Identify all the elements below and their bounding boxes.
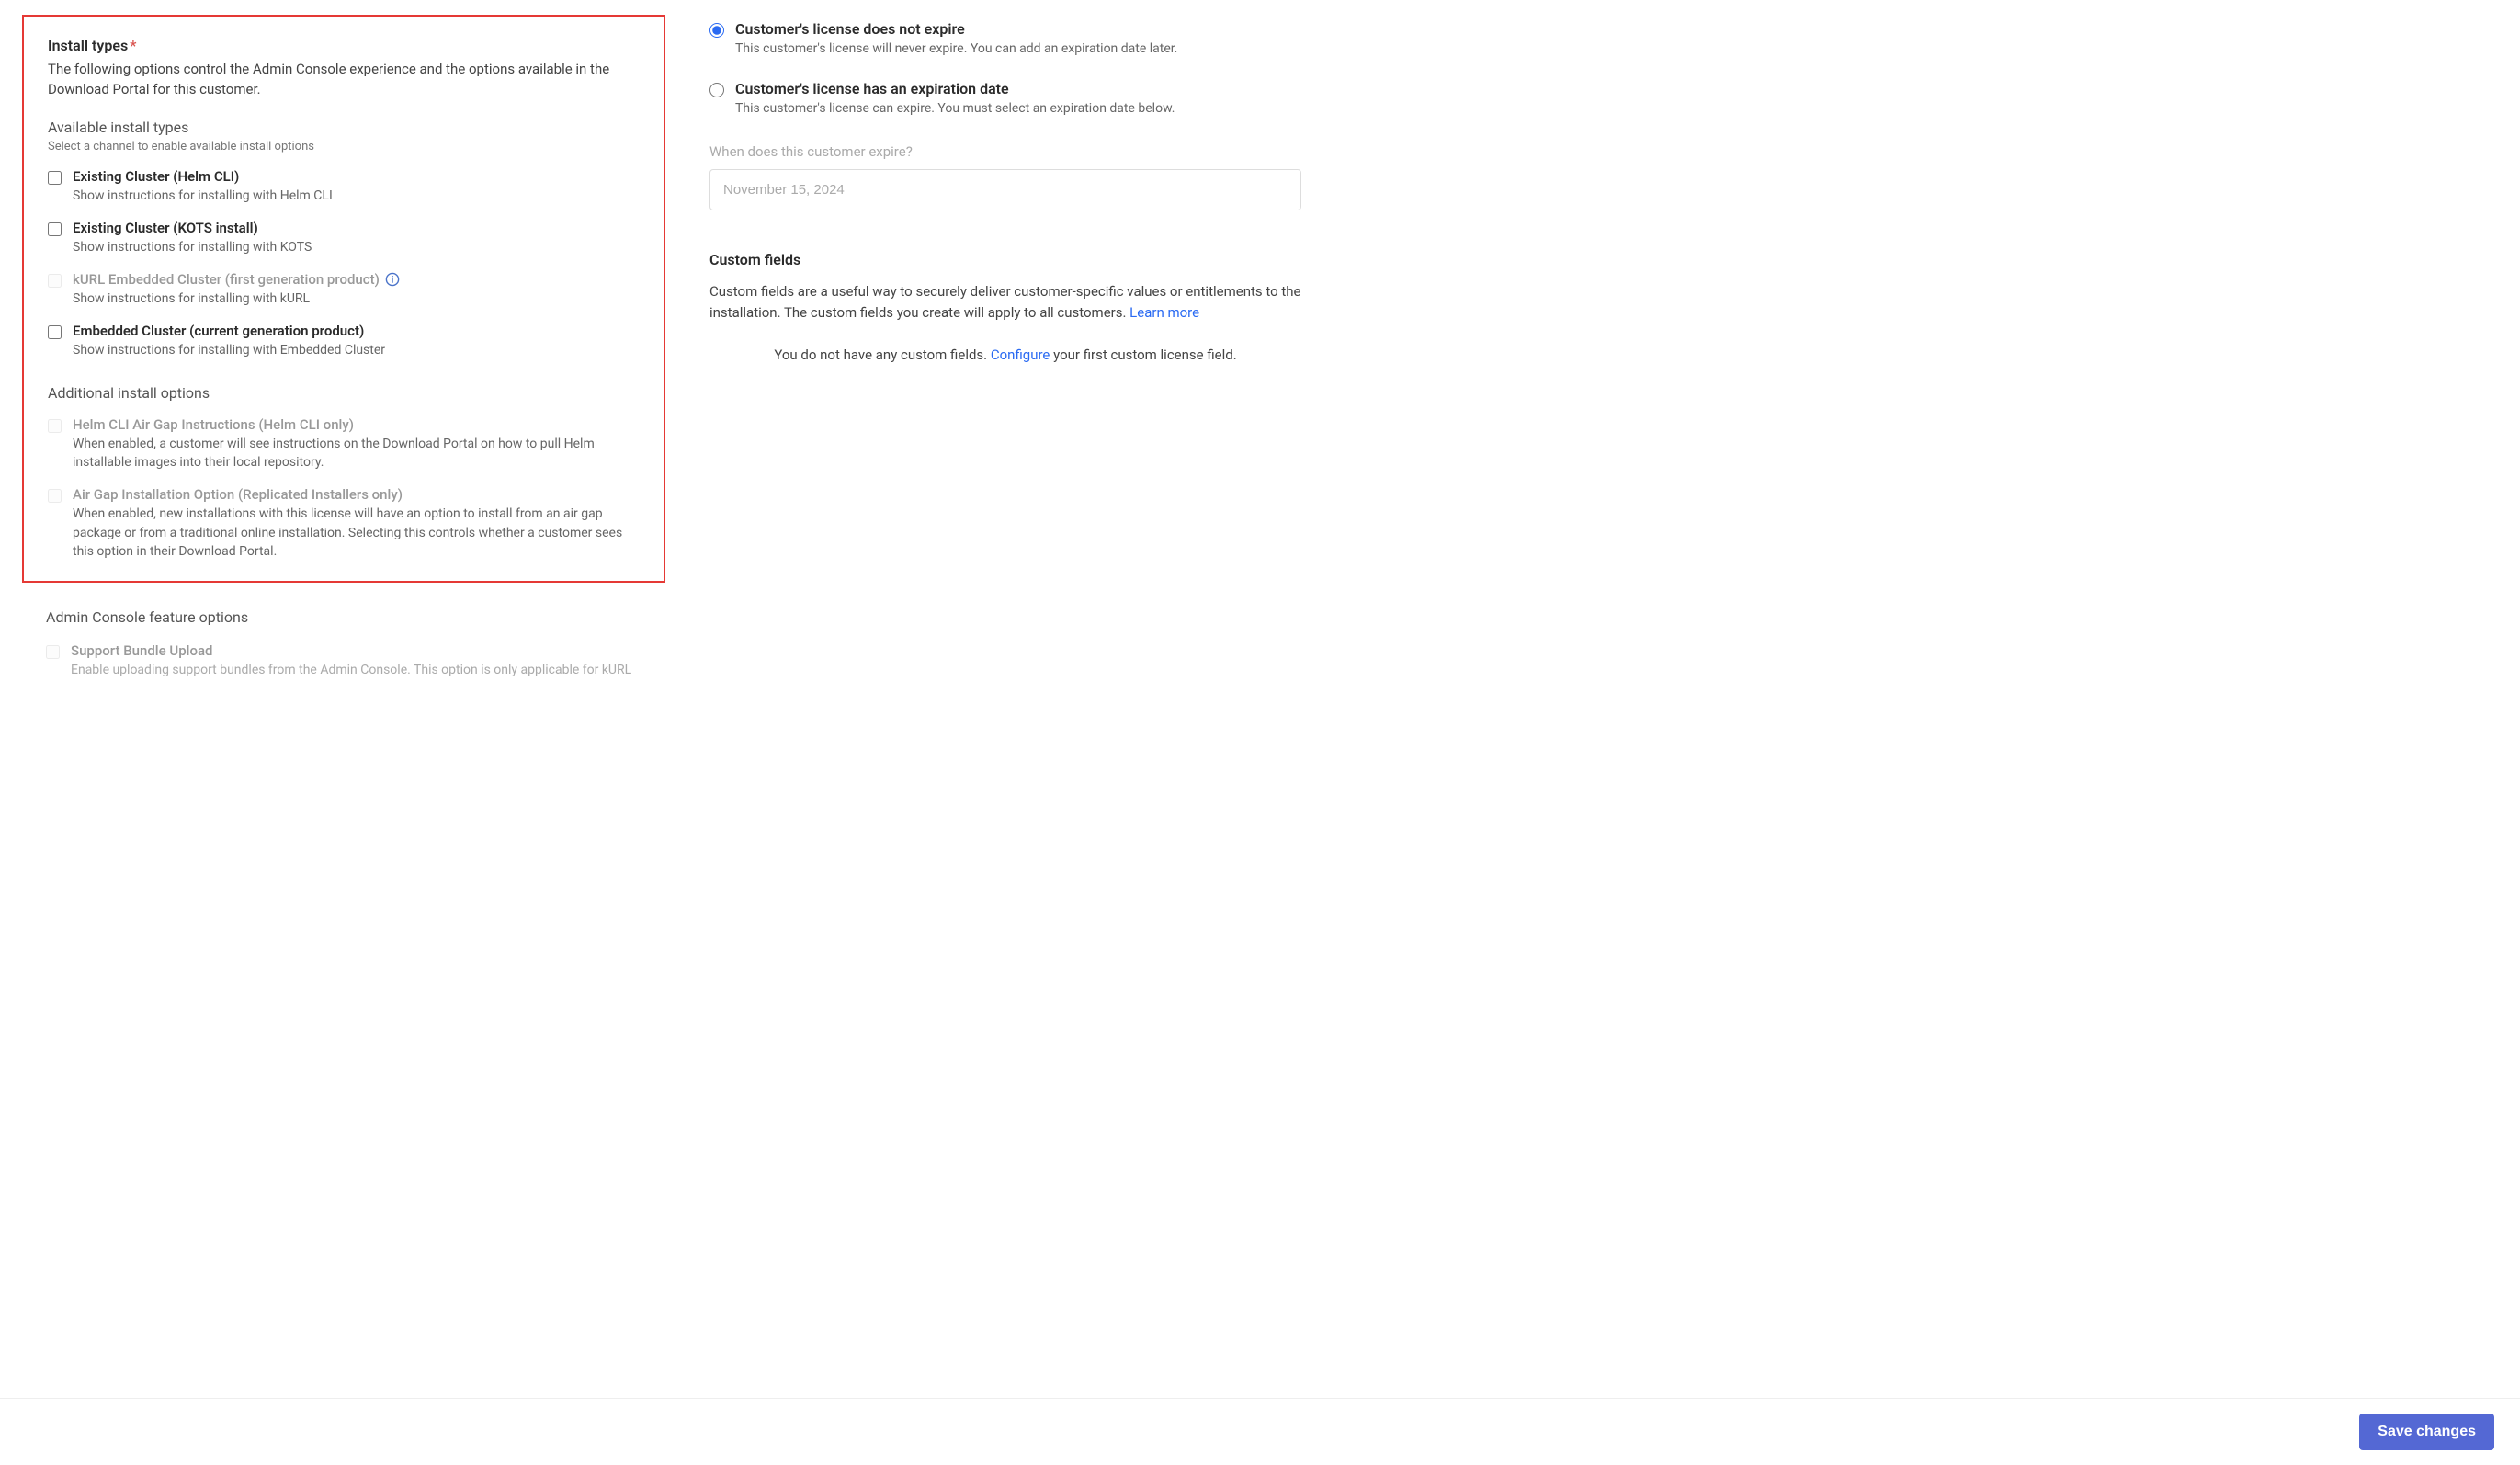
admin-console-section: Admin Console feature options Support Bu… <box>22 597 665 679</box>
install-label-embedded: Embedded Cluster (current generation pro… <box>73 323 640 339</box>
available-install-types-title: Available install types <box>48 119 640 136</box>
install-label-kots: Existing Cluster (KOTS install) <box>73 220 640 236</box>
save-changes-button[interactable]: Save changes <box>2359 1414 2494 1450</box>
expiration-option-date: Customer's license has an expiration dat… <box>709 80 1301 116</box>
install-sub-kurl: Show instructions for installing with kU… <box>73 290 640 308</box>
install-option-embedded: Embedded Cluster (current generation pro… <box>48 323 640 359</box>
available-install-types-hint: Select a channel to enable available ins… <box>48 140 640 153</box>
admin-label-support-bundle: Support Bundle Upload <box>71 642 641 659</box>
expiration-radio-date[interactable] <box>709 83 724 97</box>
admin-checkbox-support-bundle <box>46 645 60 659</box>
expiration-option-never: Customer's license does not expire This … <box>709 20 1301 56</box>
expiration-sub-date: This customer's license can expire. You … <box>735 101 1175 116</box>
admin-sub-support-bundle: Enable uploading support bundles from th… <box>71 661 641 679</box>
expiration-label-never: Customer's license does not expire <box>735 20 1177 38</box>
install-types-title: Install types* <box>48 37 640 54</box>
admin-console-title: Admin Console feature options <box>46 608 641 626</box>
additional-sub-airgap: When enabled, new installations with thi… <box>73 505 640 561</box>
install-sub-embedded: Show instructions for installing with Em… <box>73 341 640 359</box>
additional-option-airgap: Air Gap Installation Option (Replicated … <box>48 486 640 561</box>
install-sub-helm-cli: Show instructions for installing with He… <box>73 187 640 205</box>
install-checkbox-kurl <box>48 274 62 288</box>
additional-sub-helm-airgap: When enabled, a customer will see instru… <box>73 435 640 472</box>
custom-fields-empty: You do not have any custom fields. Confi… <box>709 346 1301 363</box>
configure-link[interactable]: Configure <box>991 346 1050 363</box>
expiration-radio-never[interactable] <box>709 23 724 38</box>
expiration-date-input <box>709 169 1301 210</box>
expiration-sub-never: This customer's license will never expir… <box>735 41 1177 56</box>
additional-install-title: Additional install options <box>48 384 640 402</box>
install-option-kurl: kURL Embedded Cluster (first generation … <box>48 271 640 308</box>
additional-label-helm-airgap: Helm CLI Air Gap Instructions (Helm CLI … <box>73 416 640 433</box>
additional-checkbox-helm-airgap <box>48 419 62 433</box>
info-icon[interactable] <box>385 272 400 287</box>
install-checkbox-embedded[interactable] <box>48 325 62 339</box>
expiration-label-date: Customer's license has an expiration dat… <box>735 80 1175 97</box>
custom-fields-desc: Custom fields are a useful way to secure… <box>709 281 1301 323</box>
expiration-date-label: When does this customer expire? <box>709 143 1301 160</box>
expiration-radio-group: Customer's license does not expire This … <box>709 20 1301 116</box>
install-label-helm-cli: Existing Cluster (Helm CLI) <box>73 168 640 185</box>
install-sub-kots: Show instructions for installing with KO… <box>73 238 640 256</box>
required-star: * <box>130 37 136 54</box>
learn-more-link[interactable]: Learn more <box>1129 304 1199 321</box>
install-option-kots: Existing Cluster (KOTS install) Show ins… <box>48 220 640 256</box>
install-checkbox-helm-cli[interactable] <box>48 171 62 185</box>
install-checkbox-kots[interactable] <box>48 222 62 236</box>
install-types-description: The following options control the Admin … <box>48 60 640 100</box>
additional-option-helm-airgap: Helm CLI Air Gap Instructions (Helm CLI … <box>48 416 640 472</box>
custom-fields-section: Custom fields Custom fields are a useful… <box>709 251 1301 363</box>
install-option-helm-cli: Existing Cluster (Helm CLI) Show instruc… <box>48 168 640 205</box>
footer-bar: Save changes <box>0 1398 2520 1465</box>
additional-label-airgap: Air Gap Installation Option (Replicated … <box>73 486 640 503</box>
install-types-section: Install types* The following options con… <box>22 15 665 583</box>
install-label-kurl: kURL Embedded Cluster (first generation … <box>73 271 640 288</box>
admin-option-support-bundle: Support Bundle Upload Enable uploading s… <box>46 642 641 679</box>
custom-fields-title: Custom fields <box>709 251 1301 268</box>
additional-checkbox-airgap <box>48 489 62 503</box>
